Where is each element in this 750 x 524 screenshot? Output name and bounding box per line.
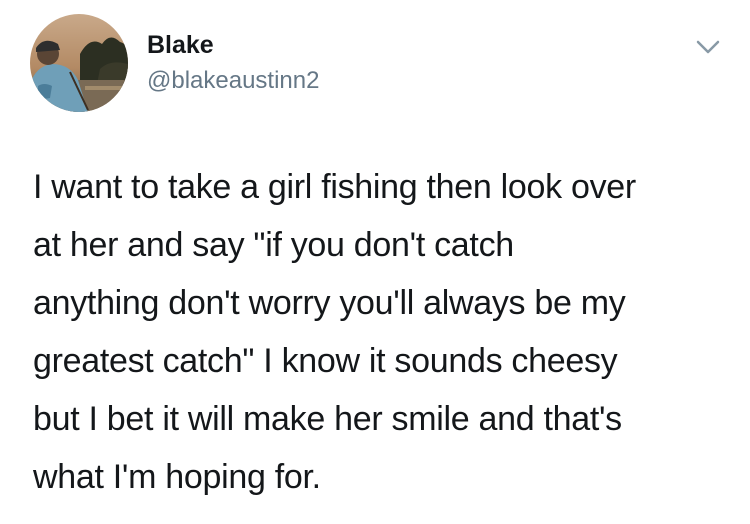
tweet-text-line: at her and say "if you don't catch (33, 226, 514, 264)
author-display-name[interactable]: Blake (147, 30, 214, 60)
avatar[interactable] (30, 14, 128, 112)
avatar-photo (30, 14, 128, 112)
tweet-text-line: I want to take a girl fishing then look … (33, 168, 636, 206)
tweet-text: I want to take a girl fishing then look … (33, 158, 733, 506)
tweet-menu-button[interactable] (693, 36, 723, 58)
tweet-card: Blake @blakeaustinn2 I want to take a gi… (0, 0, 750, 524)
author-handle[interactable]: @blakeaustinn2 (147, 66, 319, 96)
tweet-text-line: but I bet it will make her smile and tha… (33, 400, 622, 438)
tweet-text-line: anything don't worry you'll always be my (33, 284, 626, 322)
chevron-down-icon (696, 40, 720, 54)
tweet-text-line: greatest catch" I know it sounds cheesy (33, 342, 618, 380)
tweet-text-line: what I'm hoping for. (33, 458, 321, 496)
